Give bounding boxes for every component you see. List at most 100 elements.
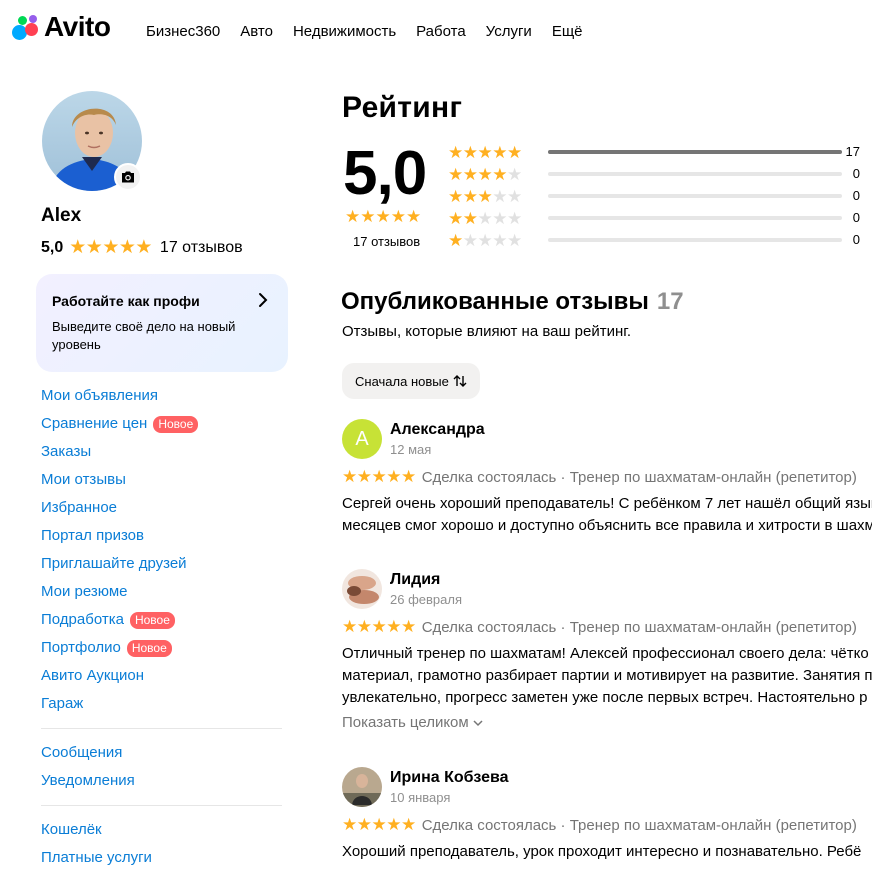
review-stars: ★★★★★ [342, 815, 416, 834]
promo-card-pro[interactable]: Работайте как профи Выведите своё дело н… [36, 274, 288, 372]
reviewer-name[interactable]: Александра [390, 421, 485, 439]
chevron-right-icon [259, 293, 268, 307]
review-meta-text: Сделка состоялась · Тренер по шахматам-о… [421, 468, 857, 486]
sidebar-item-paid-services[interactable]: Платные услуги [41, 848, 152, 872]
user-rating-stars: ★★★★★ [69, 237, 152, 258]
sort-arrows-icon [453, 375, 467, 387]
sidebar-item-my-reviews[interactable]: Мои отзывы [41, 470, 198, 498]
review-meta: ★★★★★ Сделка состоялась · Тренер по шахм… [342, 815, 857, 835]
distribution-stars: ★★★★★ [448, 231, 522, 250]
sidebar-divider [41, 728, 282, 729]
review-meta: ★★★★★ Сделка состоялась · Тренер по шахм… [342, 467, 857, 487]
sidebar-menu: Мои объявления Сравнение цен Новое Заказы… [41, 386, 199, 722]
nav-biznes360[interactable]: Бизнес360 [146, 22, 220, 42]
review-text-line: материал, грамотно разбирает партии и мо… [342, 667, 872, 684]
distribution-row-5: ★★★★★ 17 [448, 142, 864, 164]
distribution-count: 0 [852, 232, 860, 247]
sidebar-item-auction[interactable]: Авито Аукцион [41, 666, 198, 694]
sidebar-item-label: Уведомления [41, 772, 135, 789]
review-text: Отличный тренер по шахматам! Алексей про… [342, 643, 872, 709]
review-text: Сергей очень хороший преподаватель! С ре… [342, 493, 872, 537]
show-full-review-link[interactable]: Показать целиком [342, 714, 483, 731]
review-text-line: месяцев смог хорошо и доступно объяснить… [342, 517, 872, 534]
avito-logo[interactable]: Avito [12, 12, 111, 42]
nav-nedvizhimost[interactable]: Недвижимость [293, 22, 396, 42]
sidebar-menu-messages: Сообщения Уведомления [41, 743, 135, 799]
sidebar-item-notifications[interactable]: Уведомления [41, 771, 135, 799]
user-rating-value: 5,0 [41, 238, 64, 256]
sidebar-item-label: Портал призов [41, 527, 144, 544]
sidebar-item-label: Мои резюме [41, 583, 128, 600]
new-badge: Новое [153, 416, 199, 433]
sidebar-item-messages[interactable]: Сообщения [41, 743, 135, 771]
chevron-down-icon [473, 720, 483, 727]
rating-score: 5,0 [343, 139, 427, 208]
rating-title: Рейтинг [342, 91, 463, 124]
review-meta-text: Сделка состоялась · Тренер по шахматам-о… [421, 816, 857, 834]
distribution-stars: ★★★★★ [448, 143, 522, 162]
review-date: 12 мая [390, 442, 432, 457]
sort-label: Сначала новые [355, 373, 449, 389]
sidebar-item-label: Гараж [41, 695, 84, 712]
sidebar-item-wallet[interactable]: Кошелёк [41, 820, 152, 848]
review-text: Хороший преподаватель, урок проходит инт… [342, 841, 872, 863]
distribution-bar [548, 150, 842, 154]
sidebar-item-label: Мои отзывы [41, 471, 126, 488]
show-more-label: Показать целиком [342, 714, 469, 731]
review-meta: ★★★★★ Сделка состоялась · Тренер по шахм… [342, 617, 857, 637]
sidebar-item-invite-friends[interactable]: Приглашайте друзей [41, 554, 198, 582]
user-rating[interactable]: 5,0 ★★★★★ 17 отзывов [41, 236, 243, 259]
sidebar-item-side-jobs[interactable]: Подработка Новое [41, 610, 198, 638]
sidebar-item-favorites[interactable]: Избранное [41, 498, 198, 526]
sidebar-item-label: Кошелёк [41, 821, 102, 838]
nav-uslugi[interactable]: Услуги [486, 22, 532, 42]
distribution-bar-fill [548, 150, 842, 154]
nav-rabota[interactable]: Работа [416, 22, 466, 42]
reviews-title: Опубликованные отзывы 17 [341, 288, 684, 316]
sidebar-item-garage[interactable]: Гараж [41, 694, 198, 722]
sidebar-item-portfolio[interactable]: Портфолио Новое [41, 638, 198, 666]
review-text-line: Сергей очень хороший преподаватель! С ре… [342, 495, 872, 512]
user-name: Alex [41, 205, 82, 226]
review-date: 26 февраля [390, 592, 462, 607]
nav-avto[interactable]: Авто [240, 22, 273, 42]
sidebar-item-label: Платные услуги [41, 849, 152, 866]
sidebar-item-my-ads[interactable]: Мои объявления [41, 386, 198, 414]
reviews-subtitle: Отзывы, которые влияют на ваш рейтинг. [342, 323, 632, 340]
reviewer-name[interactable]: Ирина Кобзева [390, 769, 509, 787]
sidebar-item-label: Портфолио [41, 639, 121, 656]
reviewer-avatar[interactable] [342, 569, 382, 609]
new-badge: Новое [126, 640, 172, 657]
reviewer-avatar[interactable] [342, 767, 382, 807]
nav-eshche[interactable]: Ещё [552, 22, 583, 42]
reviewer-name[interactable]: Лидия [390, 571, 440, 589]
distribution-count: 0 [852, 188, 860, 203]
distribution-row-2: ★★★★★ 0 [448, 208, 864, 230]
reviewer-avatar[interactable]: А [342, 419, 382, 459]
sidebar-item-label: Приглашайте друзей [41, 555, 187, 572]
sidebar-item-label: Сравнение цен [41, 415, 148, 432]
review-stars: ★★★★★ [342, 617, 416, 636]
sidebar-item-prize-portal[interactable]: Портал призов [41, 526, 198, 554]
sidebar-item-label: Сообщения [41, 744, 123, 761]
review-text-line: увлекательно, прогресс заметен уже после… [342, 689, 868, 706]
distribution-count: 0 [852, 210, 860, 225]
distribution-row-4: ★★★★★ 0 [448, 164, 864, 186]
distribution-stars: ★★★★★ [448, 165, 522, 184]
sidebar-item-label: Мои объявления [41, 387, 158, 404]
sidebar-item-label: Избранное [41, 499, 118, 516]
sidebar-item-orders[interactable]: Заказы [41, 442, 198, 470]
sidebar-divider [41, 805, 282, 806]
sidebar-item-price-compare[interactable]: Сравнение цен Новое [41, 414, 199, 442]
sidebar-item-my-resumes[interactable]: Мои резюме [41, 582, 198, 610]
review-text-line: Хороший преподаватель, урок проходит инт… [342, 843, 862, 860]
rating-stars: ★★★★★ [345, 207, 422, 226]
distribution-row-1: ★★★★★ 0 [448, 230, 864, 252]
distribution-count: 17 [845, 144, 860, 159]
sidebar-item-label: Заказы [41, 443, 92, 460]
sort-button[interactable]: Сначала новые [342, 363, 480, 399]
distribution-row-3: ★★★★★ 0 [448, 186, 864, 208]
distribution-bar [548, 194, 842, 198]
rating-count: 17 отзывов [353, 234, 421, 249]
change-photo-button[interactable] [114, 163, 142, 191]
